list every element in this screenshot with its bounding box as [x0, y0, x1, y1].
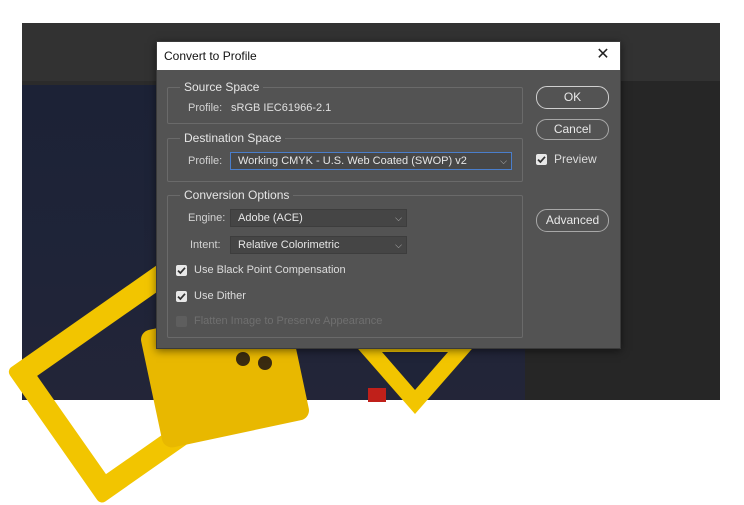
destination-space-group: Destination Space Profile: Working CMYK …	[167, 131, 523, 182]
source-profile-label: Profile:	[188, 102, 223, 114]
flatten-image-checkbox[interactable]: Flatten Image to Preserve Appearance	[176, 315, 382, 327]
chevron-down-icon: ⌵	[500, 156, 507, 166]
black-point-compensation-checkbox[interactable]: Use Black Point Compensation	[176, 264, 346, 276]
black-point-compensation-label: Use Black Point Compensation	[194, 264, 346, 276]
conversion-options-heading: Conversion Options	[180, 188, 294, 202]
dialog-title: Convert to Profile	[164, 49, 257, 63]
use-dither-label: Use Dither	[194, 290, 246, 302]
engine-selected: Adobe (ACE)	[238, 212, 303, 224]
checkbox-checked-icon	[176, 290, 187, 302]
engine-label: Engine:	[188, 212, 226, 224]
preview-checkbox[interactable]: Preview	[536, 152, 597, 166]
intent-selected: Relative Colorimetric	[238, 239, 340, 251]
chevron-down-icon: ⌵	[395, 240, 402, 250]
advanced-button[interactable]: Advanced	[536, 209, 609, 232]
source-space-heading: Source Space	[180, 80, 264, 94]
close-icon[interactable]: ✕	[594, 46, 612, 64]
artwork-red-piece	[368, 388, 386, 402]
artwork-knob	[236, 352, 250, 366]
checkbox-checked-icon	[176, 264, 187, 276]
ok-button[interactable]: OK	[536, 86, 609, 109]
checkbox-checked-icon	[536, 153, 547, 165]
preview-label: Preview	[554, 152, 597, 166]
destination-profile-selected: Working CMYK - U.S. Web Coated (SWOP) v2	[238, 155, 467, 167]
intent-label: Intent:	[190, 239, 221, 251]
checkbox-unchecked-icon	[176, 315, 187, 327]
convert-to-profile-dialog: Convert to Profile ✕ Source Space Profil…	[156, 41, 621, 349]
destination-space-heading: Destination Space	[180, 131, 286, 145]
flatten-image-label: Flatten Image to Preserve Appearance	[194, 315, 383, 327]
use-dither-checkbox[interactable]: Use Dither	[176, 290, 246, 302]
source-profile-value: sRGB IEC61966-2.1	[231, 102, 332, 114]
intent-select[interactable]: Relative Colorimetric ⌵	[230, 236, 407, 254]
destination-profile-select[interactable]: Working CMYK - U.S. Web Coated (SWOP) v2…	[230, 152, 512, 170]
cancel-button[interactable]: Cancel	[536, 119, 609, 140]
source-space-group: Source Space Profile: sRGB IEC61966-2.1	[167, 80, 523, 124]
artwork-triangle-hole	[382, 352, 448, 390]
chevron-down-icon: ⌵	[395, 213, 402, 223]
engine-select[interactable]: Adobe (ACE) ⌵	[230, 209, 407, 227]
dialog-titlebar[interactable]: Convert to Profile ✕	[157, 42, 620, 70]
artwork-knob	[258, 356, 272, 370]
destination-profile-label: Profile:	[188, 155, 223, 167]
conversion-options-group: Conversion Options Engine: Adobe (ACE) ⌵…	[167, 188, 523, 338]
